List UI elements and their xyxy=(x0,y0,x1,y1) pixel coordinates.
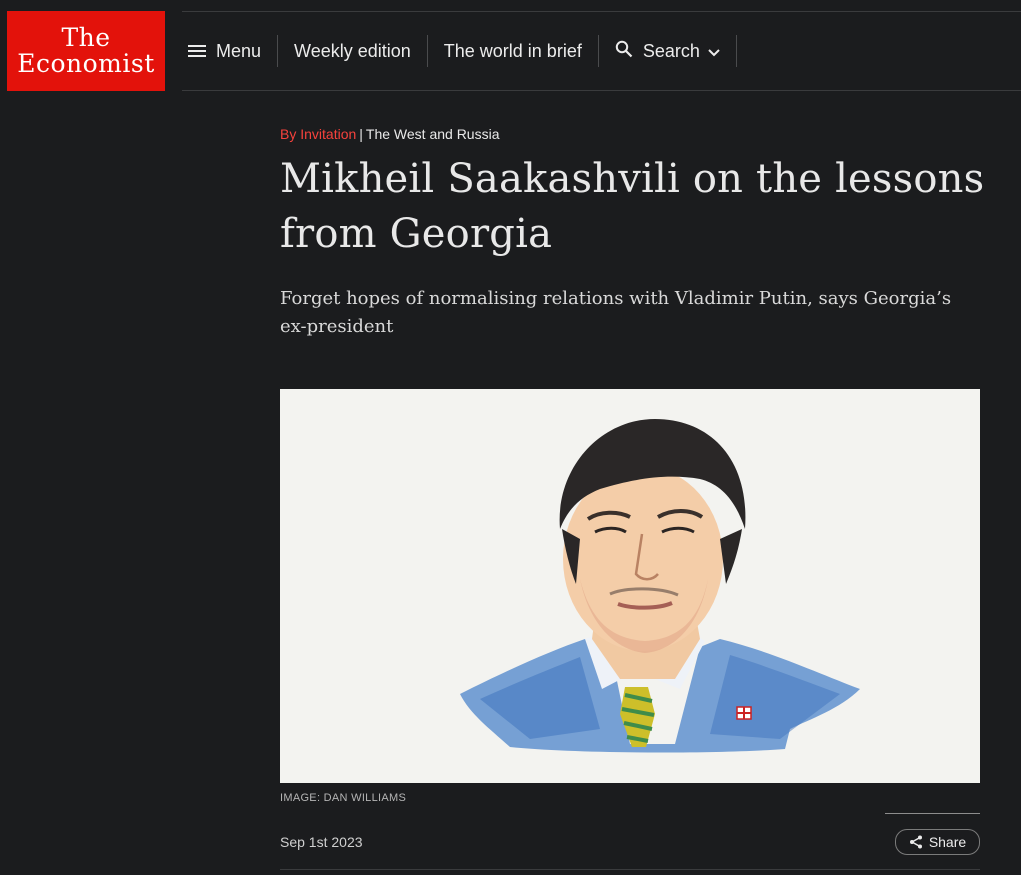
image-credit: IMAGE: DAN WILLIAMS xyxy=(280,792,407,804)
share-divider xyxy=(885,813,980,814)
search-button[interactable]: Search xyxy=(599,35,737,67)
share-icon xyxy=(909,835,922,849)
world-in-brief-label: The world in brief xyxy=(443,40,582,61)
hamburger-icon xyxy=(188,42,206,60)
article-standfirst: Forget hopes of normalising relations wi… xyxy=(280,288,952,337)
article-headline: Mikheil Saakashvili on the lessons from … xyxy=(280,156,985,257)
publish-date: Sep 1st 2023 xyxy=(280,834,363,850)
article-illustration xyxy=(280,389,980,783)
kicker-separator: | xyxy=(359,126,363,142)
logo-line-2: Economist xyxy=(17,49,155,78)
economist-logo[interactable]: The Economist xyxy=(7,11,165,91)
world-in-brief-link[interactable]: The world in brief xyxy=(428,35,599,67)
search-icon xyxy=(615,40,633,63)
menu-button[interactable]: Menu xyxy=(182,35,279,67)
weekly-edition-label: Weekly edition xyxy=(294,40,411,61)
article-meta-divider xyxy=(280,869,980,870)
kicker-topic-link[interactable]: The West and Russia xyxy=(366,126,500,142)
header-bottom-divider xyxy=(182,90,1021,91)
kicker-section-link[interactable]: By Invitation xyxy=(280,126,356,142)
menu-label: Menu xyxy=(216,40,262,61)
article-kicker: By Invitation | The West and Russia xyxy=(280,126,500,142)
main-navigation: Menu Weekly edition The world in brief S… xyxy=(182,12,737,90)
share-button[interactable]: Share xyxy=(895,829,980,855)
weekly-edition-link[interactable]: Weekly edition xyxy=(278,35,428,67)
logo-line-1: The xyxy=(61,23,111,52)
chevron-down-icon xyxy=(708,41,720,62)
share-label: Share xyxy=(928,834,967,850)
search-label: Search xyxy=(642,40,700,61)
